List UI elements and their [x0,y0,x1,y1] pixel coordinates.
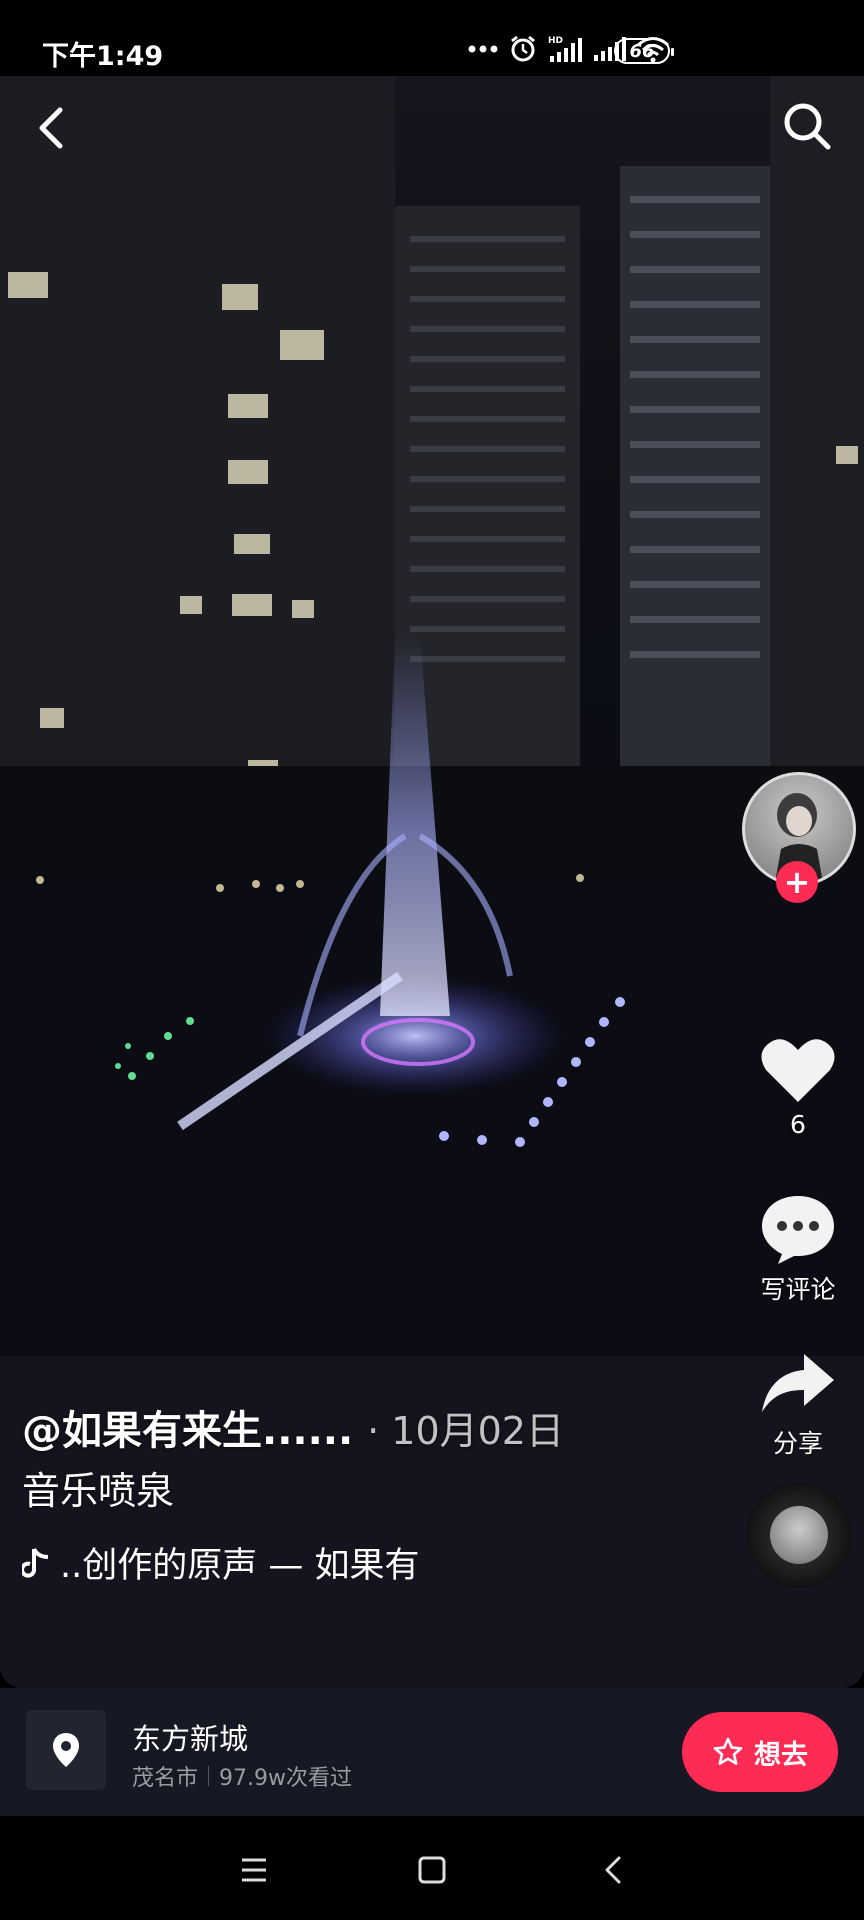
location-pin-icon [53,1733,79,1767]
location-meta: 茂名市 97.9w次看过 [132,1760,352,1792]
menu-icon[interactable] [234,1850,274,1890]
share-button[interactable]: 分享 [740,1350,856,1460]
music-disc[interactable] [746,1482,852,1588]
comment-icon [762,1196,834,1264]
music-note-icon [22,1547,49,1578]
author-name[interactable]: @如果有来生...... [22,1408,353,1454]
want-to-go-button[interactable]: 想去 [682,1712,838,1792]
music-info[interactable]: ..创作的原声 — 如果有 [22,1537,420,1588]
like-count: 6 [790,1110,806,1139]
heart-icon [761,1039,835,1102]
like-button[interactable]: 6 [740,1034,856,1139]
location-icon-box [26,1710,106,1790]
location-name: 东方新城 [132,1722,249,1756]
system-nav-bar [0,1816,864,1920]
status-bar: 下午1:49 HD 66 [0,0,864,76]
comment-label: 写评论 [760,1275,836,1304]
music-cover [770,1506,828,1564]
status-time: 下午1:49 [42,41,164,72]
signal-hd-icon: HD [548,36,582,62]
location-bar[interactable]: 东方新城 茂名市 97.9w次看过 想去 [0,1688,864,1816]
share-label: 分享 [772,1429,823,1458]
follow-button[interactable]: + [776,861,818,903]
caption-author-line: @如果有来生...... · 10月02日 [22,1398,564,1456]
location-city: 茂名市 [132,1766,199,1791]
post-date: · 10月02日 [367,1409,564,1453]
want-label: 想去 [754,1739,808,1771]
nav-back-icon[interactable] [594,1850,634,1890]
svg-text:HD: HD [548,36,563,46]
video-title: 音乐喷泉 [22,1469,175,1513]
alarm-icon [511,35,535,62]
battery-indicator: 66 [614,38,674,64]
comment-button[interactable]: 写评论 [740,1192,856,1306]
back-button[interactable] [28,100,76,156]
share-icon [762,1354,834,1412]
star-icon [713,1737,743,1765]
search-button[interactable] [780,98,834,154]
location-views: 97.9w次看过 [219,1766,352,1791]
more-dots-icon [468,45,498,53]
meta-divider [208,1766,210,1786]
home-icon[interactable] [412,1850,452,1890]
music-title: ..创作的原声 — 如果有 [60,1546,420,1586]
